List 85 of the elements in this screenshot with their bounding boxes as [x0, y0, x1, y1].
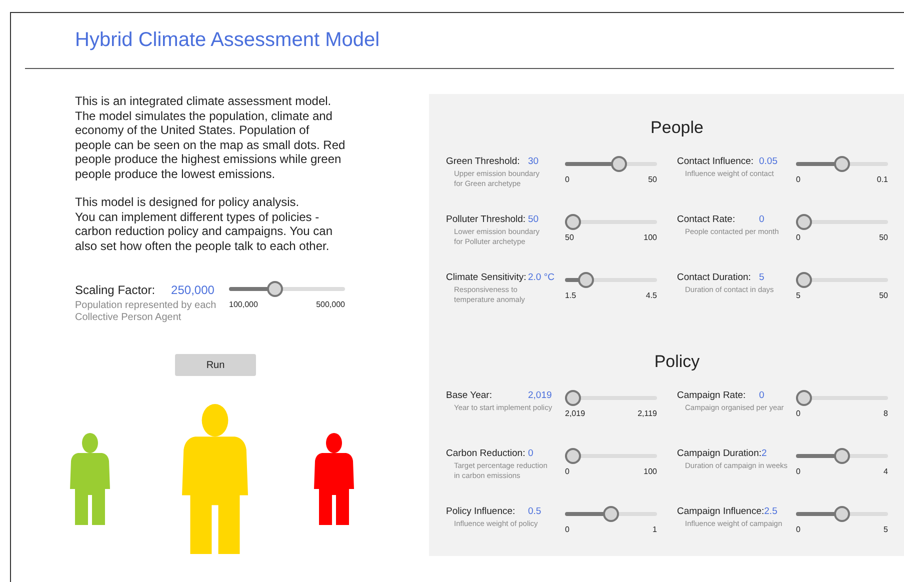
slider-thumb[interactable] [796, 390, 812, 406]
param-value: 250,000 [171, 283, 214, 297]
range-max-label: 0.1 [876, 175, 888, 184]
range-max-label: 100 [644, 233, 657, 242]
param-value: 2.5 [764, 506, 778, 517]
range-max-label: 500,000 [316, 300, 345, 309]
range-min-label: 2,019 [565, 409, 586, 418]
param-label: Carbon Reduction: [446, 448, 526, 459]
intro-paragraph: This model is designed for policy analysis. You can implement different types of policies - carbon reduction policy and campaigns. You can also set how often the people talk to each other. [75, 195, 334, 253]
param-value: 5 [759, 272, 764, 283]
slider-thumb[interactable] [578, 272, 594, 288]
range-max-label: 1 [652, 525, 657, 534]
param-value: 0 [759, 214, 764, 225]
slider[interactable] [796, 506, 888, 522]
param-label: Climate Sensitivity: [446, 272, 528, 283]
param-value: 50 [528, 214, 539, 225]
intro-paragraph: This is an integrated climate assessment model. The model simulates the population, climate and economy of the United States. Population of people can be seen on the map as small dots. Red people produce the highest emissions while green people produce the lowest emissions. [75, 94, 346, 181]
param-label: Contact Influence: [677, 156, 755, 167]
param-label: Campaign Influence: [677, 506, 764, 517]
slider-thumb[interactable] [834, 156, 850, 172]
param-value: 2,019 [528, 390, 552, 401]
param-value: 30 [528, 156, 539, 167]
range-min-label: 1.5 [565, 291, 576, 300]
slider[interactable] [565, 214, 657, 230]
range-min-label: 0 [565, 175, 570, 184]
slider-thumb[interactable] [834, 448, 850, 464]
range-max-label: 5 [884, 525, 888, 534]
range-min-label: 0 [565, 525, 570, 534]
param-value: 0.5 [528, 506, 542, 517]
param-label: Campaign Duration: [677, 448, 762, 459]
range-max-label: 50 [879, 291, 888, 300]
slider-thumb[interactable] [796, 214, 812, 230]
range-max-label: 100 [644, 467, 657, 476]
param-value: 2 [762, 448, 767, 459]
page-title: Hybrid Climate Assessment Model [75, 29, 380, 52]
range-min-label: 0 [565, 467, 570, 476]
range-max-label: 8 [884, 409, 888, 418]
slider-thumb[interactable] [565, 214, 581, 230]
slider[interactable] [565, 156, 657, 172]
slider[interactable] [565, 448, 657, 464]
param-label: Base Year: [446, 390, 493, 401]
range-max-label: 4 [884, 467, 888, 476]
range-min-label: 0 [796, 525, 800, 534]
slider-thumb[interactable] [603, 506, 619, 522]
range-min-label: 50 [565, 233, 574, 242]
param-label: Scaling Factor: [75, 283, 156, 297]
slider[interactable] [796, 448, 888, 464]
range-min-label: 0 [796, 233, 800, 242]
param-value: 0 [759, 390, 764, 401]
slider[interactable] [796, 272, 888, 288]
range-min-label: 0 [796, 409, 800, 418]
section-title: Policy [653, 352, 701, 372]
range-max-label: 2,119 [638, 409, 657, 418]
param-label: Polluter Threshold: [446, 214, 527, 225]
slider[interactable] [565, 390, 657, 406]
range-max-label: 4.5 [646, 291, 657, 300]
param-label: Policy Influence: [446, 506, 516, 517]
run-button[interactable]: Run [175, 354, 256, 376]
param-label: Green Threshold: [446, 156, 521, 167]
slider-thumb[interactable] [266, 281, 282, 297]
range-max-label: 50 [648, 175, 657, 184]
slider-thumb[interactable] [565, 390, 581, 406]
slider-thumb[interactable] [610, 156, 627, 172]
param-label: Campaign Rate: [677, 390, 747, 401]
param-label: Contact Duration: [677, 272, 752, 283]
slider[interactable] [565, 506, 657, 522]
range-min-label: 5 [796, 291, 800, 300]
range-min-label: 100,000 [229, 300, 258, 309]
slider[interactable] [796, 390, 888, 406]
slider[interactable] [565, 272, 657, 288]
range-min-label: 0 [796, 467, 800, 476]
section-title: People [650, 118, 704, 138]
slider[interactable] [796, 214, 888, 230]
param-description: Population represented by each Collective Person Agent [75, 300, 218, 324]
slider-thumb[interactable] [834, 506, 850, 522]
param-value: 2.0 °C [528, 272, 555, 283]
slider-thumb[interactable] [796, 272, 812, 288]
slider-thumb[interactable] [565, 448, 581, 464]
param-value: 0.05 [759, 156, 778, 167]
param-value: 0 [528, 448, 534, 459]
param-label: Contact Rate: [677, 214, 736, 225]
slider[interactable] [796, 156, 888, 172]
range-max-label: 50 [879, 233, 888, 242]
range-min-label: 0 [796, 175, 800, 184]
slider[interactable] [229, 281, 345, 297]
